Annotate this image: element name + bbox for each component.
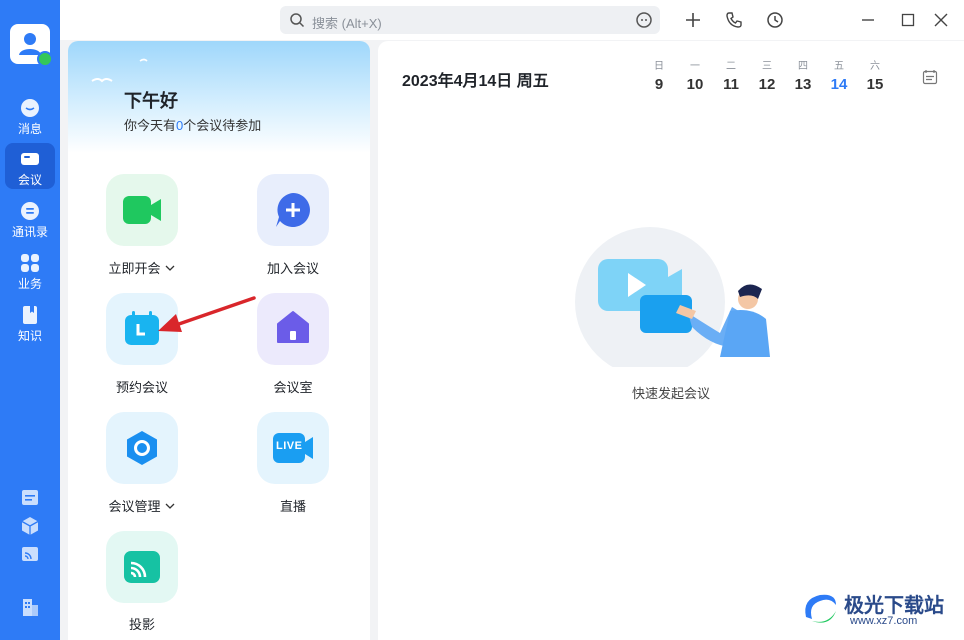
weekday-label: 六 [870,61,880,72]
meeting-room-button[interactable] [257,293,329,365]
week-day-sun[interactable]: 日 9 [644,57,674,93]
search-input[interactable]: 搜索 (Alt+X) [280,6,660,34]
plus-bubble-icon [276,193,310,227]
contacts-icon [21,202,39,220]
day-number: 11 [723,76,739,93]
day-number: 10 [686,76,704,93]
sidebar-item-knowledge[interactable]: 知识 [5,299,55,345]
meeting-manage-button[interactable] [106,412,178,484]
phone-icon[interactable] [725,11,743,29]
avatar[interactable] [10,24,53,67]
chevron-down-icon[interactable] [164,501,176,511]
meeting-room-label: 会议室 [273,380,313,395]
calendar-icon[interactable] [20,487,40,507]
watermark: 极光下载站 www.xz7.com [800,585,960,635]
building-icon[interactable] [20,597,40,617]
day-number: 13 [794,76,812,93]
knowledge-icon [23,306,37,324]
meeting-count-prefix: 你今天有 [124,118,177,133]
live-button[interactable]: LIVE [257,412,329,484]
calendar-panel: 2023年4月14日 周五 日 9 一 10 二 11 三 12 四 13 五 … [378,41,964,640]
current-date-title: 2023年4月14日 周五 [402,73,549,90]
day-number: 12 [758,76,776,93]
search-placeholder: 搜索 (Alt+X) [312,16,382,31]
quick-meeting-label: 快速发起会议 [631,386,710,401]
week-day-tue[interactable]: 二 11 [716,57,746,93]
meeting-count-suffix: 个会议待参加 [183,118,262,133]
live-label: 直播 [279,499,306,514]
sidebar-item-label: 知识 [17,329,42,343]
week-day-thu[interactable]: 四 13 [788,57,818,93]
watermark-logo-icon [805,594,836,623]
join-meeting-button[interactable] [257,174,329,246]
hexagon-settings-icon [127,431,157,465]
sidebar-item-label: 消息 [17,122,42,136]
video-camera-icon [123,196,161,224]
cast-label: 投影 [128,617,155,632]
week-day-fri-today[interactable]: 五 14 [824,57,854,93]
add-icon[interactable] [684,11,702,29]
weekday-label: 日 [654,61,664,72]
week-day-sat[interactable]: 六 15 [860,57,890,93]
join-meeting-label: 加入会议 [266,261,319,276]
sidebar-item-business[interactable]: 业务 [5,247,55,293]
start-meeting-label[interactable]: 立即开会 [82,258,202,277]
meeting-manage-text: 会议管理 [108,499,161,514]
sidebar-item-label: 通讯录 [11,225,48,239]
screen-cast-icon [124,551,160,583]
week-day-wed[interactable]: 三 12 [752,57,782,93]
message-icon [21,99,39,117]
search-icon [290,13,305,28]
schedule-meeting-label: 预约会议 [115,380,168,395]
annotation-arrow [158,296,256,332]
sidebar-item-meetings[interactable]: 会议 [5,143,55,189]
weekday-label: 一 [690,61,700,72]
meeting-icon [21,153,39,165]
day-number: 9 [654,76,664,93]
home-icon [277,311,309,343]
sidebar-item-label: 会议 [17,173,42,187]
meeting-count-text: 你今天有0个会议待参加 [124,115,261,134]
greeting-title: 下午好 [124,91,178,111]
weekday-label: 二 [726,61,736,72]
meeting-manage-label[interactable]: 会议管理 [82,496,202,515]
close-icon[interactable] [932,11,950,29]
weekday-label: 四 [798,61,808,72]
greeting-banner [68,41,370,153]
maximize-icon[interactable] [899,11,917,29]
online-status-badge [37,51,53,67]
quick-meeting-illustration[interactable] [570,227,780,367]
quick-actions-panel: 下午好 你今天有0个会议待参加 立即开会 加入会议 预约会议 会议室 会议管理 … [68,41,370,640]
watermark-url: www.xz7.com [850,615,918,627]
day-number: 15 [866,76,884,93]
bird-icon [91,58,148,83]
sidebar-item-label: 业务 [17,277,42,291]
chevron-down-icon[interactable] [164,263,176,273]
sidebar-item-contacts[interactable]: 通讯录 [5,195,55,241]
live-badge-text: LIVE [276,440,303,452]
cast-button[interactable] [106,531,178,603]
nav-rail: 消息 会议 通讯录 业务 知识 [0,0,60,640]
minimize-icon[interactable] [859,11,877,29]
start-meeting-button[interactable] [106,174,178,246]
apps-icon [21,254,39,272]
day-number: 14 [830,76,848,93]
watermark-name: 极光下载站 [844,595,944,617]
cast-icon[interactable] [20,544,40,564]
calendar-view-icon[interactable] [922,69,938,85]
cube-icon[interactable] [20,516,40,536]
start-meeting-text: 立即开会 [108,261,161,276]
history-icon[interactable] [766,11,784,29]
sidebar-item-messages[interactable]: 消息 [5,92,55,138]
weekday-label: 五 [834,61,844,72]
weekday-label: 三 [762,61,772,72]
week-day-mon[interactable]: 一 10 [680,57,710,93]
assistant-icon[interactable] [635,11,653,29]
